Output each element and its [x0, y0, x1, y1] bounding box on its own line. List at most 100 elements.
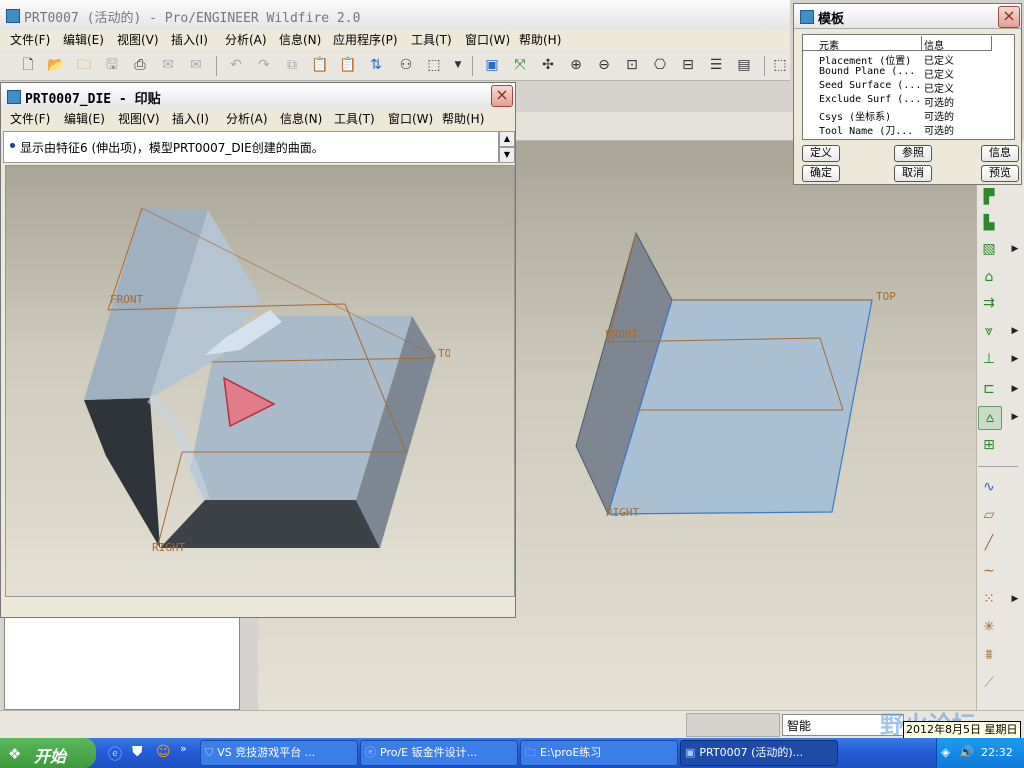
datum-plane-icon[interactable]: ▱	[978, 504, 1000, 526]
undo-icon[interactable]: ↶	[226, 55, 246, 75]
new-file-icon[interactable]: 🗋	[18, 55, 38, 75]
datum-curve-sketch-icon[interactable]: ∿	[978, 476, 1000, 498]
tray-icon[interactable]: ◈	[941, 745, 950, 759]
table-row-element[interactable]: Seed Surface (...	[819, 80, 921, 91]
copy-icon[interactable]: ⧉	[282, 55, 302, 75]
chevron-right-icon[interactable]: ▶	[1004, 406, 1024, 428]
regenerate-icon[interactable]: ⇅	[366, 55, 386, 75]
form-icon[interactable]: ⩟	[978, 406, 1002, 430]
start-button[interactable]: ❖ 开始	[0, 738, 96, 768]
die-menu-edit[interactable]: 编辑(E)	[64, 109, 105, 129]
select-box-icon[interactable]: ⬚	[424, 55, 444, 75]
redo-icon[interactable]: ↷	[254, 55, 274, 75]
chevron-right-icon[interactable]: ▶	[1004, 378, 1024, 400]
table-row-element[interactable]: Exclude Surf (...	[819, 94, 921, 105]
ie-icon[interactable]: ⓔ	[108, 744, 122, 764]
menu-insert[interactable]: 插入(I)	[171, 30, 208, 50]
preview-button[interactable]: 预览	[981, 165, 1019, 182]
sketch-display-icon[interactable]: ▣	[482, 55, 502, 75]
info-button[interactable]: 信息	[981, 145, 1019, 162]
table-row-element[interactable]: Bound Plane (...	[819, 66, 915, 77]
die-menu-info[interactable]: 信息(N)	[280, 109, 322, 129]
menu-edit[interactable]: 编辑(E)	[63, 30, 104, 50]
refit-icon[interactable]: ⊡	[622, 55, 642, 75]
chevron-right-icon[interactable]: ▶	[1004, 238, 1024, 260]
table-row-element[interactable]: Placement (位置)	[819, 52, 911, 67]
define-button[interactable]: 定义	[802, 145, 840, 162]
reorient-icon[interactable]: ⎔	[650, 55, 670, 75]
element-table[interactable]: 元素 信息 Placement (位置) 已定义 Bound Plane (..…	[802, 34, 1015, 140]
die-menu-view[interactable]: 视图(V)	[118, 109, 160, 129]
task-proe-active[interactable]: ▣ PRT0007 (活动的)...	[680, 740, 838, 766]
bend-icon[interactable]: ⌂	[978, 266, 1000, 288]
chevron-right-icon[interactable]: ▶	[1004, 588, 1024, 610]
quicklaunch-icon[interactable]: ⛊	[132, 744, 143, 760]
menu-info[interactable]: 信息(N)	[279, 30, 321, 50]
message-scroll-down[interactable]: ▼	[499, 147, 515, 163]
table-row-element[interactable]: Tool Name (刀...	[819, 122, 913, 137]
spin-center-icon[interactable]: ⤧	[510, 55, 530, 75]
die-menu-window[interactable]: 窗口(W)	[388, 109, 433, 129]
datum-curve-icon[interactable]: ∼	[978, 560, 1000, 582]
menu-tools[interactable]: 工具(T)	[411, 30, 452, 50]
extend-wall-icon[interactable]: ▙	[978, 212, 1000, 234]
ok-button[interactable]: 确定	[802, 165, 840, 182]
zoom-out-icon[interactable]: ⊖	[594, 55, 614, 75]
clock[interactable]: 22:32	[981, 746, 1013, 759]
menu-applications[interactable]: 应用程序(P)	[333, 30, 398, 50]
menu-analysis[interactable]: 分析(A)	[225, 30, 267, 50]
reference-button[interactable]: 参照	[894, 145, 932, 162]
chevron-right-icon[interactable]: »	[180, 742, 187, 755]
die-menu-file[interactable]: 文件(F)	[10, 109, 50, 129]
datum-point-icon[interactable]: ⁙	[978, 588, 1000, 610]
orient-icon[interactable]: ✣	[538, 55, 558, 75]
die-menu-analysis[interactable]: 分析(A)	[226, 109, 268, 129]
saved-views-icon[interactable]: ⊟	[678, 55, 698, 75]
datum-axis-icon[interactable]: ╱	[978, 532, 1000, 554]
menu-file[interactable]: 文件(F)	[10, 30, 50, 50]
table-row-element[interactable]: Csys (坐标系)	[819, 108, 891, 123]
rip-icon[interactable]: ⩔	[978, 320, 1000, 342]
analysis-icon[interactable]: ⩩	[978, 644, 1000, 666]
csys-icon[interactable]: ✳	[978, 616, 1000, 638]
menu-help[interactable]: 帮助(H)	[519, 30, 561, 50]
task-folder[interactable]: 🗀 E:\proE练习	[520, 740, 678, 766]
cut-icon[interactable]: ⊏	[978, 378, 1000, 400]
die-menu-tools[interactable]: 工具(T)	[334, 109, 375, 129]
die-menu-insert[interactable]: 插入(I)	[172, 109, 209, 129]
layers-icon[interactable]: ☰	[706, 55, 726, 75]
chevron-down-icon[interactable]: ▼	[448, 55, 468, 75]
open-folder-icon[interactable]: 📂	[46, 55, 66, 75]
mail-icon[interactable]: ✉	[158, 55, 178, 75]
paste-special-icon[interactable]: 📋	[338, 55, 358, 75]
message-scroll-up[interactable]: ▲	[499, 131, 515, 147]
task-proe-tutorial[interactable]: ⓔ Pro/E 钣金件设计...	[360, 740, 518, 766]
unbend-icon[interactable]: ⇉	[978, 292, 1000, 314]
close-icon[interactable]: ×	[491, 85, 513, 107]
open-checked-icon[interactable]: 🗀	[74, 55, 94, 75]
save-icon[interactable]: 🖫	[102, 55, 122, 75]
menu-view[interactable]: 视图(V)	[117, 30, 159, 50]
unattached-wall-icon[interactable]: ▧	[978, 238, 1000, 260]
task-vs-platform[interactable]: ⛉ VS 竞技游戏平台 ...	[200, 740, 358, 766]
menu-window[interactable]: 窗口(W)	[465, 30, 510, 50]
die-menu-help[interactable]: 帮助(H)	[442, 109, 484, 129]
mail-attach-icon[interactable]: ✉	[186, 55, 206, 75]
chevron-right-icon[interactable]: ▶	[1004, 320, 1024, 342]
ruler-icon[interactable]: ⟋	[978, 672, 1000, 694]
paste-icon[interactable]: 📋	[310, 55, 330, 75]
model-tree-panel[interactable]	[4, 616, 240, 710]
close-icon[interactable]: ×	[998, 6, 1020, 28]
datum-display-icon[interactable]: ⬚	[770, 55, 790, 75]
chevron-right-icon[interactable]: ▶	[1004, 348, 1024, 370]
cancel-button[interactable]: 取消	[894, 165, 932, 182]
messenger-icon[interactable]: ☺	[156, 744, 171, 760]
search-binoculars-icon[interactable]: ⚇	[396, 55, 416, 75]
bend-back-icon[interactable]: ⊥	[978, 348, 1000, 370]
flatten-form-icon[interactable]: ⊞	[978, 434, 1000, 456]
print-icon[interactable]: ⎙	[130, 55, 150, 75]
zoom-in-icon[interactable]: ⊕	[566, 55, 586, 75]
flange-wall-icon[interactable]: ▛	[978, 186, 1000, 208]
volume-icon[interactable]: 🔊	[959, 745, 974, 759]
view-manager-icon[interactable]: ▤	[734, 55, 754, 75]
